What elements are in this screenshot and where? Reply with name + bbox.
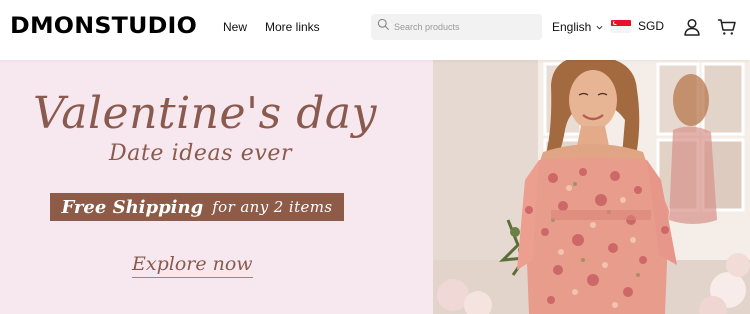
explore-now-link[interactable]: Explore now	[132, 253, 253, 278]
free-shipping-label: Free Shipping	[61, 196, 204, 218]
brand-logo[interactable]: DMONSTUDIO	[10, 14, 197, 39]
hero-subhead: Date ideas ever	[109, 141, 293, 166]
search-input[interactable]	[394, 22, 534, 32]
hero-model-photo	[433, 60, 750, 314]
site-header: DMONSTUDIO New More links English SGD	[0, 0, 750, 60]
free-shipping-condition: for any 2 items	[212, 198, 333, 216]
singapore-flag-icon	[611, 19, 631, 33]
nav-link-more-links[interactable]: More links	[265, 20, 320, 34]
language-selector[interactable]: English	[552, 20, 603, 34]
cart-icon[interactable]	[717, 17, 737, 37]
hero-headline: Valentine's day	[33, 88, 377, 139]
hero-banner[interactable]: Valentine's day Date ideas ever Free Shi…	[0, 60, 750, 314]
account-icon[interactable]	[682, 17, 702, 37]
nav-link-new[interactable]: New	[223, 20, 247, 34]
language-label: English	[552, 20, 592, 34]
currency-selector[interactable]: SGD	[611, 19, 664, 33]
search-bar[interactable]	[371, 14, 542, 40]
search-icon	[377, 18, 390, 36]
hero-text-panel: Valentine's day Date ideas ever Free Shi…	[0, 60, 433, 314]
free-shipping-ribbon: Free Shipping for any 2 items	[50, 193, 344, 221]
chevron-down-icon	[596, 25, 603, 30]
currency-label: SGD	[638, 19, 665, 33]
